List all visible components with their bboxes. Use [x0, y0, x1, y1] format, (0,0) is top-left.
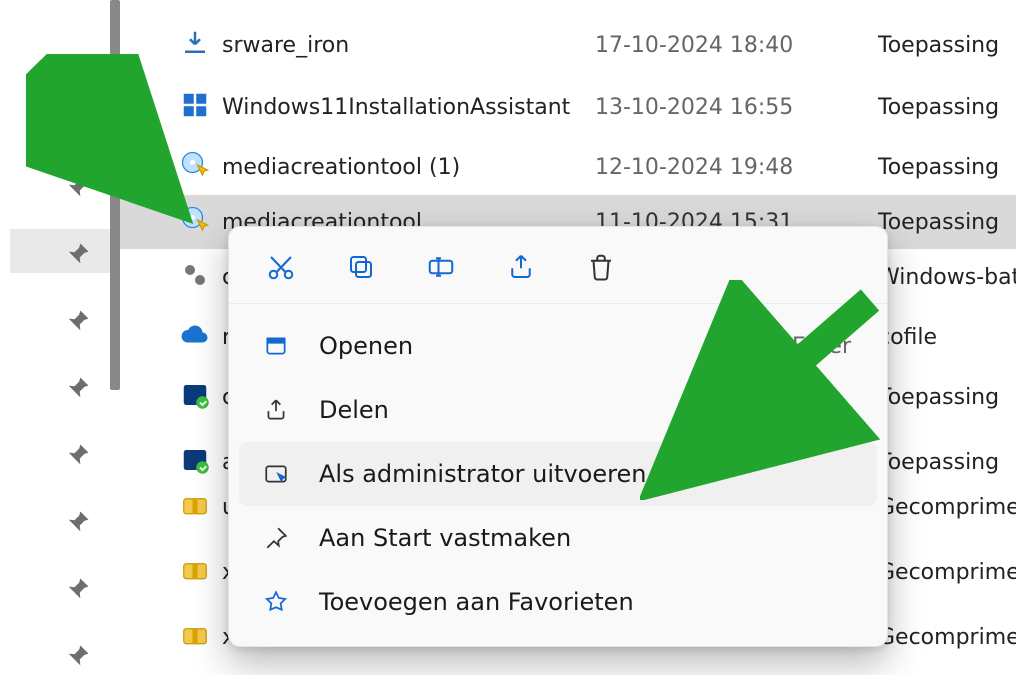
pin-icon[interactable] [64, 307, 92, 335]
file-icon [180, 380, 214, 414]
context-item-open[interactable]: Openen Enter [239, 314, 877, 378]
pin-icon[interactable] [64, 508, 92, 536]
file-row[interactable]: mediacreationtool (1) 12-10-2024 19:48 Toe… [120, 140, 1016, 194]
file-icon [180, 620, 214, 654]
file-icon [180, 28, 214, 62]
file-type: Toepassing [878, 210, 999, 235]
share-icon[interactable] [503, 249, 539, 285]
sidebar [0, 0, 110, 672]
file-icon [180, 205, 214, 239]
pin-icon [261, 523, 291, 553]
file-icon [180, 555, 214, 589]
context-item-pin[interactable]: Aan Start vastmaken [239, 506, 877, 570]
file-type: Toepassing [878, 155, 999, 180]
context-toolbar [229, 227, 887, 304]
file-icon [180, 90, 214, 124]
rename-icon[interactable] [423, 249, 459, 285]
context-item-admin[interactable]: Als administrator uitvoeren [239, 442, 877, 506]
context-item-label: Openen [319, 332, 413, 360]
sidebar-selected-item[interactable] [10, 229, 110, 273]
file-date: 13-10-2024 16:55 [595, 95, 793, 120]
file-date: 17-10-2024 18:40 [595, 33, 793, 58]
file-date: 12-10-2024 19:48 [595, 155, 793, 180]
context-items: Openen Enter Delen Als administrator uitvoe… [229, 304, 887, 646]
share-icon [261, 395, 291, 425]
file-row[interactable]: srware_iron 17-10-2024 18:40 Toepassing [120, 18, 1016, 72]
file-icon [180, 320, 214, 354]
context-item-label: Delen [319, 396, 389, 424]
file-icon [180, 260, 214, 294]
file-icon [180, 490, 214, 524]
file-type: Toepassing [878, 385, 999, 410]
pin-icon[interactable] [64, 240, 92, 268]
file-type: Gecomprime [878, 495, 1016, 520]
admin-icon [261, 459, 291, 489]
file-icon [180, 150, 214, 184]
context-item-shortcut: Enter [792, 334, 851, 359]
file-type: Gecomprime [878, 560, 1016, 585]
pin-icon[interactable] [64, 441, 92, 469]
open-icon [261, 331, 291, 361]
file-type: Toepassing [878, 33, 999, 58]
file-name: Windows11InstallationAssistant [222, 95, 570, 120]
file-name: srware_iron [222, 33, 349, 58]
pin-icon[interactable] [64, 374, 92, 402]
pin-icon[interactable] [64, 575, 92, 603]
file-type: Toepassing [878, 95, 999, 120]
file-name: mediacreationtool (1) [222, 155, 460, 180]
copy-icon[interactable] [343, 249, 379, 285]
context-item-star[interactable]: Toevoegen aan Favorieten [239, 570, 877, 634]
file-type: Windows-bat [878, 265, 1016, 290]
context-item-label: Toevoegen aan Favorieten [319, 588, 634, 616]
pin-icon[interactable] [64, 173, 92, 201]
file-icon [180, 445, 214, 479]
context-item-label: Als administrator uitvoeren [319, 460, 646, 488]
sidebar-scrollbar[interactable] [110, 0, 120, 390]
context-item-share[interactable]: Delen [239, 378, 877, 442]
file-type: Toepassing [878, 450, 999, 475]
cut-icon[interactable] [263, 249, 299, 285]
context-menu: Openen Enter Delen Als administrator uitvoe… [228, 226, 888, 647]
context-item-label: Aan Start vastmaken [319, 524, 571, 552]
delete-icon[interactable] [583, 249, 619, 285]
pin-icon[interactable] [64, 642, 92, 670]
file-row[interactable]: Windows11InstallationAssistant 13-10-2024… [120, 80, 1016, 134]
file-type: Gecomprime [878, 625, 1016, 650]
star-icon [261, 587, 291, 617]
